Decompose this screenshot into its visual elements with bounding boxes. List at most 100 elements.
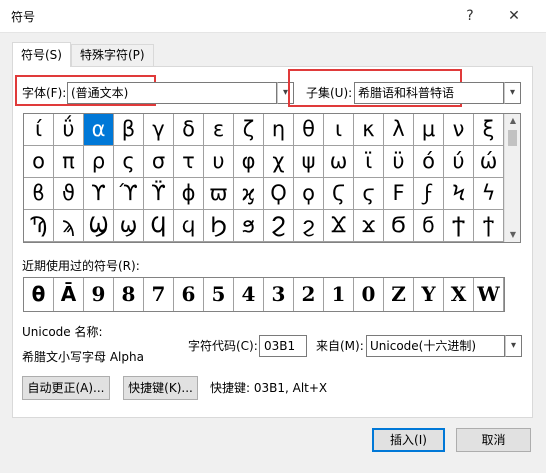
recent-symbol-cell[interactable]: 1 bbox=[324, 278, 354, 311]
symbol-cell[interactable]: η bbox=[264, 114, 294, 146]
symbol-cell[interactable]: Ϡ bbox=[24, 210, 54, 242]
symbol-cell[interactable]: ϩ bbox=[294, 210, 324, 242]
symbol-cell[interactable]: ό bbox=[414, 146, 444, 178]
symbol-cell[interactable]: Ϙ bbox=[264, 178, 294, 210]
symbol-cell[interactable]: ω bbox=[324, 146, 354, 178]
scroll-up-arrow-icon[interactable]: ▲ bbox=[505, 114, 521, 128]
symbol-cell[interactable]: ι bbox=[324, 114, 354, 146]
symbol-cell[interactable]: θ bbox=[294, 114, 324, 146]
recent-symbol-cell[interactable]: Z bbox=[384, 278, 414, 311]
symbol-grid: ίΰαβγδεζηθικλμνξ οπρςστυφχψωϊϋόύώ ϐϑϒϓϔϕϖϗ… bbox=[24, 114, 505, 242]
recent-symbol-cell[interactable]: 9 bbox=[84, 278, 114, 311]
scrollbar-thumb[interactable] bbox=[508, 130, 517, 146]
close-button[interactable]: ✕ bbox=[503, 6, 525, 26]
cancel-button[interactable]: 取消 bbox=[456, 428, 531, 452]
symbol-cell[interactable]: λ bbox=[384, 114, 414, 146]
symbol-cell[interactable]: Ϥ bbox=[144, 210, 174, 242]
recent-symbol-cell[interactable]: W bbox=[474, 278, 504, 311]
help-button[interactable]: ? bbox=[459, 6, 481, 26]
symbol-cell[interactable]: ί bbox=[24, 114, 54, 146]
symbol-cell[interactable]: υ bbox=[204, 146, 234, 178]
symbol-cell[interactable]: ϙ bbox=[294, 178, 324, 210]
symbol-cell[interactable]: ζ bbox=[234, 114, 264, 146]
symbol-cell[interactable]: χ bbox=[264, 146, 294, 178]
symbol-cell[interactable]: ϖ bbox=[204, 178, 234, 210]
recent-symbol-cell[interactable]: 3 bbox=[264, 278, 294, 311]
symbol-cell[interactable]: φ bbox=[234, 146, 264, 178]
symbol-cell[interactable]: π bbox=[54, 146, 84, 178]
symbol-cell[interactable]: Ϭ bbox=[384, 210, 414, 242]
symbol-cell[interactable]: α bbox=[84, 114, 114, 146]
insert-button[interactable]: 插入(I) bbox=[372, 428, 445, 452]
symbol-cell[interactable]: Ϣ bbox=[84, 210, 114, 242]
char-code-input[interactable]: 03B1 bbox=[259, 335, 307, 357]
symbol-cell[interactable]: ϑ bbox=[54, 178, 84, 210]
symbol-cell[interactable]: Ϟ bbox=[444, 178, 474, 210]
recent-symbol-cell[interactable]: θ bbox=[24, 278, 54, 311]
tab-symbols[interactable]: 符号(S) bbox=[12, 42, 71, 67]
symbol-cell[interactable]: σ bbox=[144, 146, 174, 178]
symbol-cell[interactable]: ξ bbox=[474, 114, 504, 146]
symbol-cell[interactable]: ώ bbox=[474, 146, 504, 178]
symbol-cell[interactable]: ϭ bbox=[414, 210, 444, 242]
symbol-cell[interactable]: ύ bbox=[444, 146, 474, 178]
symbol-cell[interactable]: Ϧ bbox=[204, 210, 234, 242]
recent-symbol-cell[interactable]: Y bbox=[414, 278, 444, 311]
autocorrect-button[interactable]: 自动更正(A)... bbox=[22, 376, 110, 400]
symbol-cell[interactable]: ε bbox=[204, 114, 234, 146]
recent-symbol-cell[interactable]: 6 bbox=[174, 278, 204, 311]
symbol-cell[interactable]: δ bbox=[174, 114, 204, 146]
symbol-cell[interactable]: ϛ bbox=[354, 178, 384, 210]
symbol-cell[interactable]: ϓ bbox=[114, 178, 144, 210]
symbol-cell[interactable]: ϊ bbox=[354, 146, 384, 178]
recent-symbol-cell[interactable]: 7 bbox=[144, 278, 174, 311]
scroll-down-arrow-icon[interactable]: ▼ bbox=[505, 228, 521, 242]
recent-symbols-row: θĀ9876543210ZYXW bbox=[23, 277, 505, 312]
symbol-cell[interactable]: ϫ bbox=[354, 210, 384, 242]
symbol-cell[interactable]: μ bbox=[414, 114, 444, 146]
tab-special-characters[interactable]: 特殊字符(P) bbox=[71, 44, 154, 66]
symbol-cell[interactable]: ς bbox=[114, 146, 144, 178]
symbol-cell[interactable]: ϡ bbox=[54, 210, 84, 242]
recent-symbol-cell[interactable]: 0 bbox=[354, 278, 384, 311]
symbol-cell[interactable]: ϗ bbox=[234, 178, 264, 210]
symbol-cell[interactable]: ϥ bbox=[174, 210, 204, 242]
symbol-cell[interactable]: ψ bbox=[294, 146, 324, 178]
recent-symbol-cell[interactable]: 5 bbox=[204, 278, 234, 311]
from-select[interactable]: Unicode(十六进制) bbox=[366, 335, 505, 357]
symbol-cell[interactable]: Ϝ bbox=[384, 178, 414, 210]
symbol-cell[interactable]: ΰ bbox=[54, 114, 84, 146]
font-select[interactable]: (普通文本) bbox=[67, 82, 277, 104]
symbol-cell[interactable]: ϒ bbox=[84, 178, 114, 210]
symbol-cell[interactable]: ϔ bbox=[144, 178, 174, 210]
symbol-cell[interactable]: Ϩ bbox=[264, 210, 294, 242]
symbol-cell[interactable]: γ bbox=[144, 114, 174, 146]
recent-symbol-cell[interactable]: X bbox=[444, 278, 474, 311]
symbol-cell[interactable]: ρ bbox=[84, 146, 114, 178]
recent-symbol-cell[interactable]: 8 bbox=[114, 278, 144, 311]
symbol-cell[interactable]: ϧ bbox=[234, 210, 264, 242]
symbol-cell[interactable]: κ bbox=[354, 114, 384, 146]
symbol-cell[interactable]: ϟ bbox=[474, 178, 504, 210]
symbol-cell[interactable]: β bbox=[114, 114, 144, 146]
recent-symbol-cell[interactable]: Ā bbox=[54, 278, 84, 311]
symbol-grid-scrollbar[interactable]: ▲ ▼ bbox=[504, 114, 520, 242]
symbol-cell[interactable]: ϋ bbox=[384, 146, 414, 178]
symbol-cell[interactable]: ϣ bbox=[114, 210, 144, 242]
symbol-cell[interactable]: Ϯ bbox=[444, 210, 474, 242]
from-dropdown-chevron-icon[interactable]: ▾ bbox=[505, 335, 522, 357]
symbol-cell[interactable]: ϯ bbox=[474, 210, 504, 242]
symbol-cell[interactable]: ϕ bbox=[174, 178, 204, 210]
recent-symbol-cell[interactable]: 4 bbox=[234, 278, 264, 311]
recent-symbol-cell[interactable]: 2 bbox=[294, 278, 324, 311]
symbol-cell[interactable]: ν bbox=[444, 114, 474, 146]
subset-select[interactable]: 希腊语和科普特语 bbox=[354, 82, 504, 104]
shortcut-key-button[interactable]: 快捷键(K)... bbox=[123, 376, 198, 400]
symbol-cell[interactable]: Ϫ bbox=[324, 210, 354, 242]
symbol-cell[interactable]: ϝ bbox=[414, 178, 444, 210]
subset-dropdown-chevron-icon[interactable]: ▾ bbox=[504, 82, 521, 104]
symbol-cell[interactable]: ο bbox=[24, 146, 54, 178]
symbol-cell[interactable]: ϐ bbox=[24, 178, 54, 210]
symbol-cell[interactable]: Ϛ bbox=[324, 178, 354, 210]
symbol-cell[interactable]: τ bbox=[174, 146, 204, 178]
